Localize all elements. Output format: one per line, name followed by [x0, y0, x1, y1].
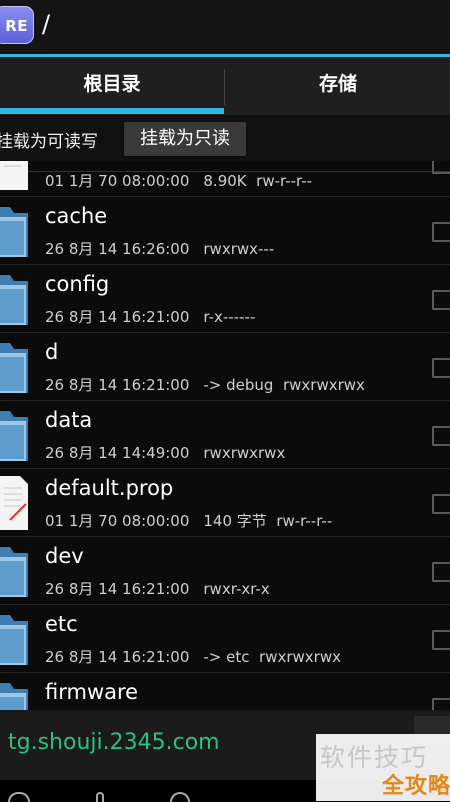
tab-root-directory[interactable]: 根目录 [0, 57, 224, 115]
folder-icon [0, 275, 28, 325]
file-checkbox[interactable] [432, 698, 450, 710]
file-date: 26 8月 14 16:21:00 [45, 648, 190, 666]
file-row[interactable]: cache 26 8月 14 16:26:00 rwxrwx--- [0, 198, 450, 265]
file-name: cache [45, 204, 108, 228]
file-checkbox[interactable] [432, 222, 450, 242]
file-row[interactable]: config 26 8月 14 16:21:00 r-x------ [0, 266, 450, 333]
file-name: etc [45, 612, 78, 636]
active-tab-indicator [0, 108, 224, 114]
action-bar: RE / [0, 0, 450, 54]
file-detail: -> etc rwxrwxrwx [203, 648, 341, 666]
file-date: 01 1月 70 08:00:00 [45, 512, 190, 530]
folder-icon [0, 615, 28, 665]
file-icon [0, 476, 28, 530]
file-name: config [45, 272, 110, 296]
tab-divider [224, 69, 225, 105]
file-detail: -> debug rwxrwxrwx [203, 376, 365, 394]
banner-url[interactable]: tg.shouji.2345.com [8, 730, 220, 755]
file-icon [0, 161, 28, 190]
file-checkbox[interactable] [432, 290, 450, 310]
folder-icon [0, 547, 28, 597]
file-meta: 26 8月 14 16:21:00 r-x------ [45, 306, 255, 327]
file-detail: rwxr-xr-x [203, 580, 270, 598]
file-meta: 26 8月 14 16:21:00 -> debug rwxrwxrwx [45, 374, 365, 395]
file-row[interactable]: 01 1月 70 08:00:00 8.90K rw-r--r-- [0, 161, 450, 197]
file-detail: rwxrwx--- [203, 240, 275, 258]
file-date: 26 8月 14 14:49:00 [45, 444, 190, 462]
file-checkbox[interactable] [432, 426, 450, 446]
file-row[interactable]: default.prop 01 1月 70 08:00:00 140 字节 rw-r… [0, 470, 450, 537]
file-row[interactable]: firmware [0, 674, 450, 710]
file-row[interactable]: etc 26 8月 14 16:21:00 -> etc rwxrwxrwx [0, 606, 450, 673]
file-meta: 01 1月 70 08:00:00 140 字节 rw-r--r-- [45, 510, 332, 531]
file-checkbox[interactable] [432, 358, 450, 378]
app-logo-icon[interactable]: RE [0, 6, 34, 44]
file-date: 26 8月 14 16:21:00 [45, 376, 190, 394]
watermark-line2: 全攻略 [382, 774, 450, 799]
folder-icon [0, 207, 28, 257]
file-checkbox[interactable] [432, 630, 450, 650]
file-meta: 26 8月 14 16:26:00 rwxrwx--- [45, 238, 274, 259]
file-row[interactable]: dev 26 8月 14 16:21:00 rwxr-xr-x [0, 538, 450, 605]
tab-storage[interactable]: 存储 [226, 57, 450, 115]
watermark: 软件技巧 全攻略 [316, 734, 450, 801]
folder-icon [0, 343, 28, 393]
file-detail: 140 字节 rw-r--r-- [203, 512, 333, 530]
file-date: 01 1月 70 08:00:00 [45, 172, 190, 190]
mount-read-only-button[interactable]: 挂载为只读 [124, 122, 246, 156]
file-checkbox[interactable] [432, 562, 450, 582]
mount-status-label: 挂载为可读写 [0, 132, 98, 152]
file-checkbox[interactable] [432, 494, 450, 514]
file-checkbox[interactable] [432, 161, 450, 174]
file-date: 26 8月 14 16:21:00 [45, 580, 190, 598]
file-name: dev [45, 544, 84, 568]
file-name: default.prop [45, 476, 174, 500]
file-name: data [45, 408, 93, 432]
file-meta: 01 1月 70 08:00:00 8.90K rw-r--r-- [45, 170, 312, 191]
folder-icon [0, 411, 28, 461]
file-date: 26 8月 14 16:26:00 [45, 240, 190, 258]
tab-bar: 根目录 存储 [0, 57, 450, 172]
file-name: d [45, 340, 59, 364]
file-meta: 26 8月 14 16:21:00 -> etc rwxrwxrwx [45, 646, 341, 667]
current-path: / [42, 10, 51, 38]
file-date: 26 8月 14 16:21:00 [45, 308, 190, 326]
file-meta: 26 8月 14 16:21:00 rwxr-xr-x [45, 578, 270, 599]
file-detail: rwxrwxrwx [203, 444, 286, 462]
file-meta: 26 8月 14 14:49:00 rwxrwxrwx [45, 442, 285, 463]
file-name: firmware [45, 680, 139, 704]
file-detail: r-x------ [203, 308, 256, 326]
file-detail: 8.90K rw-r--r-- [203, 172, 313, 190]
file-row[interactable]: data 26 8月 14 14:49:00 rwxrwxrwx [0, 402, 450, 469]
file-row[interactable]: d 26 8月 14 16:21:00 -> debug rwxrwxrwx [0, 334, 450, 401]
folder-icon [0, 683, 28, 710]
file-list[interactable]: 01 1月 70 08:00:00 8.90K rw-r--r-- cache 26 … [0, 161, 450, 710]
